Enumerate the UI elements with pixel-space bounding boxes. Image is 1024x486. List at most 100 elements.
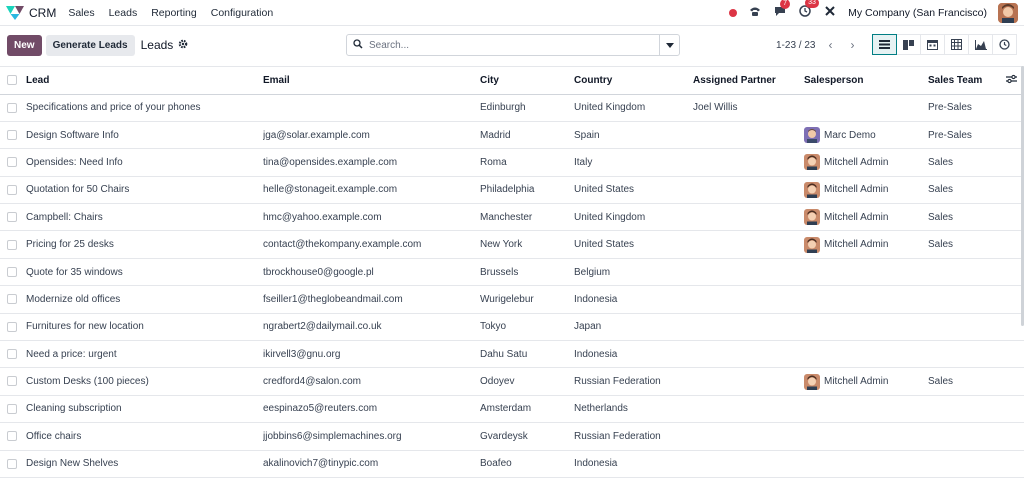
user-avatar[interactable] [998, 2, 1018, 23]
caret-down-icon [665, 42, 674, 48]
cell-lead: Specifications and price of your phones [26, 94, 263, 122]
table-row[interactable]: Specifications and price of your phones E… [0, 94, 1024, 122]
pager-value[interactable]: 1-23 / 23 [776, 40, 815, 51]
cell-email [263, 94, 480, 122]
app-brand[interactable]: CRM [6, 5, 56, 20]
cell-partner [693, 230, 804, 259]
pivot-view-button[interactable] [944, 34, 969, 55]
cell-salesperson[interactable]: Marc Demo [804, 121, 928, 150]
salesperson-name: Mitchell Admin [824, 184, 889, 196]
table-row[interactable]: Design Software Info jga@solar.example.co… [0, 121, 1024, 150]
phone-icon[interactable] [748, 6, 762, 20]
row-checkbox[interactable] [7, 102, 17, 113]
messages-badge: 7 [780, 0, 791, 9]
table-row[interactable]: Custom Desks (100 pieces) credford4@salon… [0, 367, 1024, 396]
select-all-checkbox[interactable] [7, 75, 17, 86]
menu-sales[interactable]: Sales [68, 7, 94, 19]
table-row[interactable]: Pricing for 25 desks contact@thekompany.e… [0, 230, 1024, 259]
generate-leads-button[interactable]: Generate Leads [45, 34, 135, 56]
cell-team: Sales [928, 203, 999, 232]
recording-indicator-icon[interactable] [729, 8, 738, 17]
cell-email: tbrockhouse0@google.pl [263, 258, 480, 287]
cell-lead: Quotation for 50 Chairs [26, 176, 263, 205]
cell-salesperson [804, 340, 928, 369]
row-checkbox[interactable] [7, 458, 17, 469]
table-row[interactable]: Office chairs jjobbins6@simplemachines.or… [0, 422, 1024, 451]
row-checkbox[interactable] [7, 212, 17, 223]
cell-country: United States [574, 176, 693, 205]
salesperson-avatar [804, 209, 820, 226]
tools-icon[interactable] [823, 5, 837, 20]
activities-clock-icon[interactable]: 33 [798, 0, 819, 20]
cell-email: akalinovich7@tinypic.com [263, 450, 480, 478]
cell-team [928, 258, 999, 287]
table-row[interactable]: Branded Furniturecdimsdale8@facebook.com… [0, 477, 1024, 486]
cell-country: Portugal [574, 477, 693, 486]
column-header-city[interactable]: City [480, 67, 574, 95]
column-header-lead[interactable]: Lead [26, 67, 263, 95]
cell-city: Odoyev [480, 367, 574, 396]
salesperson-name: Marc Demo [824, 129, 876, 141]
control-panel: New Generate Leads Leads 1-23 / 23 ‹ › [0, 26, 1024, 64]
table-row[interactable]: Furnitures for new location ngrabert2@dai… [0, 313, 1024, 342]
table-row[interactable]: Campbell: Chairs hmc@yahoo.example.com Man… [0, 203, 1024, 232]
messages-icon[interactable]: 7 [773, 0, 791, 20]
row-checkbox[interactable] [7, 376, 17, 387]
row-checkbox[interactable] [7, 431, 17, 442]
new-button[interactable]: New [7, 34, 42, 56]
cell-team: Pre-Sales [928, 94, 999, 122]
table-row[interactable]: Quotation for 50 Chairs helle@stonageit.e… [0, 176, 1024, 205]
row-checkbox[interactable] [7, 129, 17, 140]
next-page-button[interactable]: › [845, 38, 859, 52]
search-input[interactable] [369, 39, 659, 51]
row-checkbox[interactable] [7, 321, 17, 332]
column-header-country[interactable]: Country [574, 67, 693, 95]
row-checkbox[interactable] [7, 184, 17, 195]
table-row[interactable]: Opensides: Need Info tina@opensides.examp… [0, 148, 1024, 177]
row-checkbox[interactable] [7, 349, 17, 360]
row-checkbox[interactable] [7, 403, 17, 414]
cell-spacer [999, 450, 1024, 478]
cell-salesperson[interactable]: Mitchell Admin [804, 203, 928, 232]
cell-country: United Kingdom [574, 94, 693, 122]
cell-partner [693, 121, 804, 150]
cell-lead: Campbell: Chairs [26, 203, 263, 232]
calendar-view-button[interactable] [920, 34, 945, 55]
activity-view-button[interactable] [992, 34, 1017, 55]
row-checkbox[interactable] [7, 239, 17, 250]
menu-leads[interactable]: Leads [109, 7, 138, 19]
graph-view-button[interactable] [968, 34, 993, 55]
column-header-email[interactable]: Email [263, 67, 480, 95]
kanban-view-button[interactable] [896, 34, 921, 55]
cell-email: eespinazo5@reuters.com [263, 395, 480, 424]
cell-salesperson[interactable]: Mitchell Admin [804, 367, 928, 396]
cell-salesperson [804, 285, 928, 314]
top-navbar: CRM Sales Leads Reporting Configuration … [0, 0, 1024, 26]
cell-city: Edinburgh [480, 94, 574, 122]
list-view-button[interactable] [872, 34, 897, 55]
row-checkbox[interactable] [7, 294, 17, 305]
table-row[interactable]: Cleaning subscription eespinazo5@reuters.… [0, 395, 1024, 424]
cell-lead: Need a price: urgent [26, 340, 263, 369]
cell-salesperson[interactable]: Mitchell Admin [804, 176, 928, 205]
cell-lead: Opensides: Need Info [26, 148, 263, 177]
table-row[interactable]: Quote for 35 windows tbrockhouse0@google.… [0, 258, 1024, 287]
menu-configuration[interactable]: Configuration [211, 7, 273, 19]
previous-page-button[interactable]: ‹ [823, 38, 837, 52]
row-checkbox[interactable] [7, 157, 17, 168]
row-checkbox[interactable] [7, 266, 17, 277]
column-header-assigned-partner[interactable]: Assigned Partner [693, 67, 804, 95]
table-row[interactable]: Design New Shelves akalinovich7@tinypic.c… [0, 450, 1024, 478]
column-header-sales-team[interactable]: Sales Team [928, 67, 999, 95]
table-row[interactable]: Need a price: urgent ikirvell3@gnu.org Dah… [0, 340, 1024, 369]
cell-salesperson[interactable]: Mitchell Admin [804, 230, 928, 259]
gear-icon[interactable] [178, 38, 188, 52]
cell-country: Netherlands [574, 395, 693, 424]
salesperson-avatar [804, 127, 820, 144]
table-row[interactable]: Modernize old offices fseiller1@theglobea… [0, 285, 1024, 314]
cell-salesperson[interactable]: Mitchell Admin [804, 148, 928, 177]
search-options-toggle[interactable] [659, 35, 679, 55]
menu-reporting[interactable]: Reporting [151, 7, 197, 19]
company-switcher[interactable]: My Company (San Francisco) [848, 7, 987, 19]
column-header-salesperson[interactable]: Salesperson [804, 67, 928, 95]
